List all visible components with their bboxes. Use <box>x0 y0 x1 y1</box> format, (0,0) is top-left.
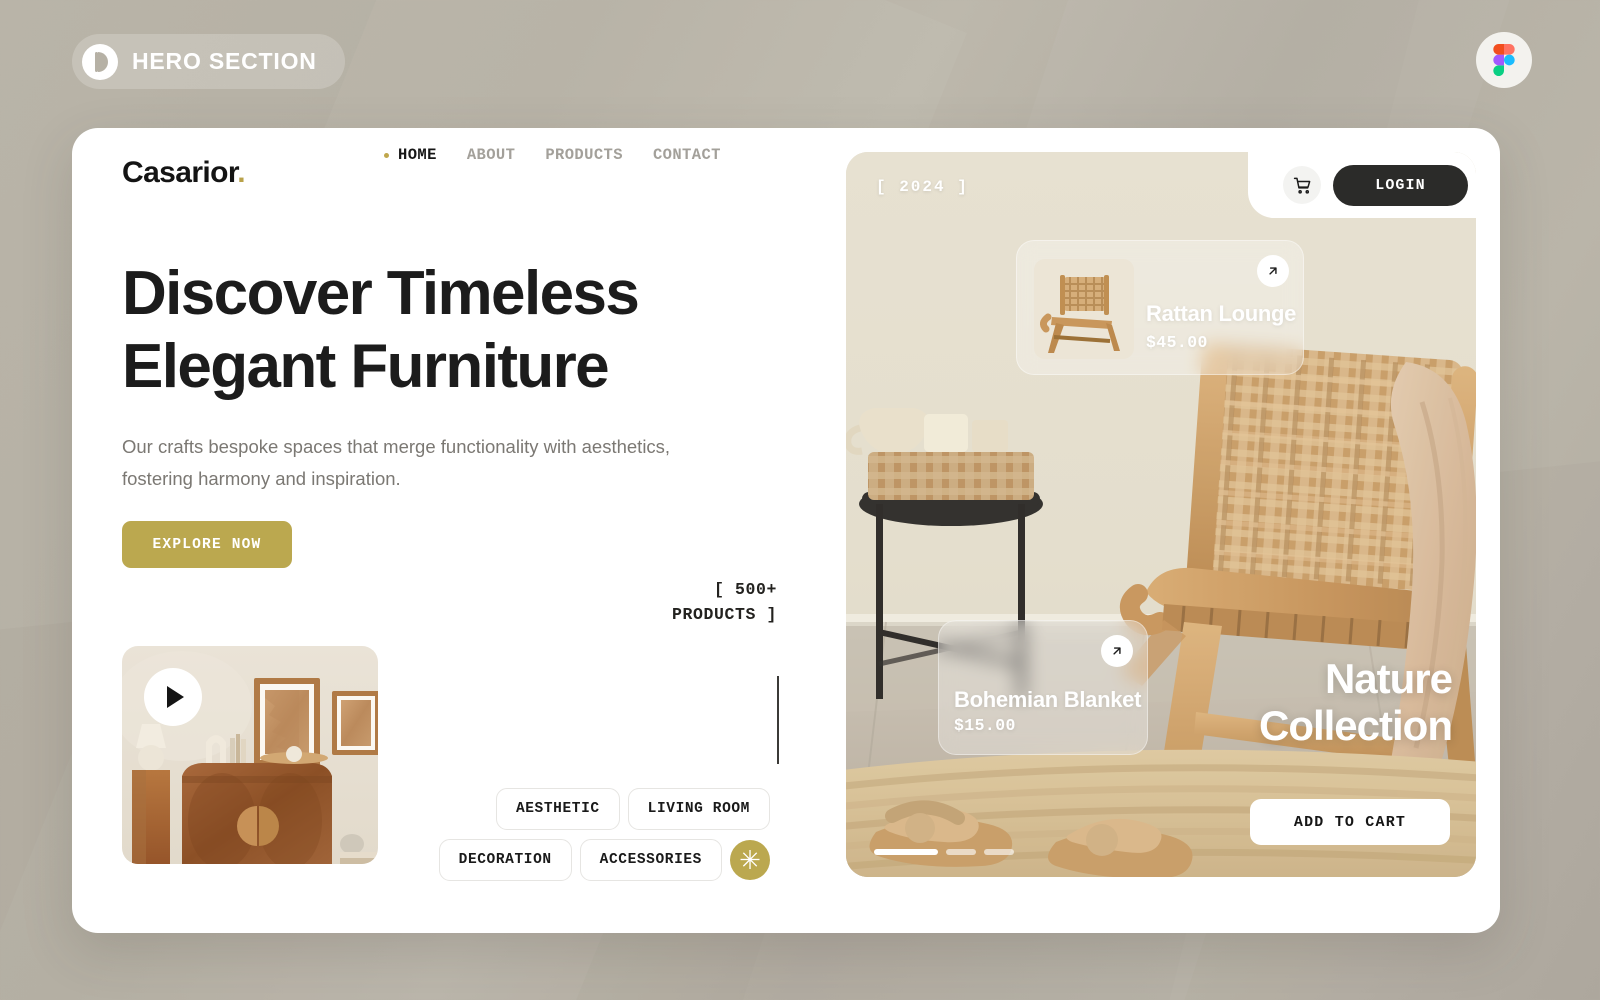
tag-accessories[interactable]: ACCESSORIES <box>579 839 722 881</box>
add-to-cart-button[interactable]: ADD TO CART <box>1250 799 1450 845</box>
carousel-dot[interactable] <box>984 849 1014 855</box>
nav-item-products[interactable]: PRODUCTS <box>545 146 623 164</box>
headline-line-1: Discover Timeless <box>122 259 640 328</box>
play-icon <box>166 686 184 708</box>
collection-line-2: Collection <box>1258 701 1453 749</box>
category-tag-group: AESTHETIC LIVING ROOM DECORATION ACCESSO… <box>425 788 770 890</box>
p-mark-icon <box>82 43 118 80</box>
cart-button[interactable] <box>1283 166 1321 204</box>
product-name: Rattan Lounge <box>1146 301 1297 326</box>
asterisk-icon[interactable]: ✳ <box>730 840 770 880</box>
brand-dot: . <box>237 156 246 189</box>
vertical-divider <box>777 676 779 764</box>
product-open-button[interactable] <box>1257 255 1289 287</box>
nav-item-home[interactable]: HOME <box>384 146 437 164</box>
product-thumbnail <box>1034 259 1134 359</box>
active-dot-icon <box>384 152 389 158</box>
carousel-dot-active[interactable] <box>874 849 938 855</box>
collection-title: Nature Collection <box>1258 654 1453 749</box>
carousel-indicators <box>874 849 1014 855</box>
account-actions: LOGIN <box>1248 152 1476 218</box>
carousel-dot[interactable] <box>946 849 976 855</box>
products-count-stat: [ 500+ PRODUCTS ] <box>671 580 777 624</box>
hero-section-badge: HERO SECTION <box>72 34 345 89</box>
arrow-up-right-icon <box>1269 267 1277 275</box>
product-card-bohemian-blanket[interactable]: Bohemian Blanket $15.00 <box>938 620 1148 755</box>
product-open-button[interactable] <box>1101 635 1133 667</box>
headline-line-2: Elegant Furniture <box>122 331 610 401</box>
main-navigation: HOME ABOUT PRODUCTS CONTACT <box>384 146 721 164</box>
hero-showcase-image: LOGIN [ 2024 ] Rattan Lounge $45.00 Bohe… <box>846 152 1476 877</box>
hero-section-badge-label: HERO SECTION <box>132 48 317 74</box>
hero-subtext: Our crafts bespoke spaces that merge fun… <box>122 436 671 489</box>
nav-item-home-label: HOME <box>398 146 437 164</box>
figma-logo-icon <box>1493 44 1515 76</box>
product-price: $15.00 <box>954 716 1016 735</box>
tag-row-1: AESTHETIC LIVING ROOM <box>425 788 770 830</box>
explore-now-button[interactable]: EXPLORE NOW <box>122 521 292 568</box>
year-label: [ 2024 ] <box>876 178 969 196</box>
login-button[interactable]: LOGIN <box>1333 164 1468 206</box>
product-card-rattan-lounge[interactable]: Rattan Lounge $45.00 <box>1016 240 1304 375</box>
play-video-button[interactable] <box>144 668 202 726</box>
rattan-chair-image <box>1034 259 1134 359</box>
tag-decoration[interactable]: DECORATION <box>438 839 572 881</box>
video-preview-thumbnail[interactable] <box>122 646 378 864</box>
tag-aesthetic[interactable]: AESTHETIC <box>495 788 620 830</box>
brand-name: Casarior <box>122 156 238 189</box>
tag-row-2: DECORATION ACCESSORIES ✳ <box>425 839 770 881</box>
arrow-up-right-icon <box>1113 647 1121 655</box>
product-name: Bohemian Blanket <box>954 687 1142 712</box>
shopping-cart-icon <box>1293 177 1310 194</box>
figma-logo-button[interactable] <box>1476 32 1532 88</box>
tag-living-room[interactable]: LIVING ROOM <box>627 788 770 830</box>
nav-item-about[interactable]: ABOUT <box>467 146 516 164</box>
product-price: $45.00 <box>1146 333 1208 352</box>
collection-line-1: Nature <box>1324 654 1453 702</box>
hero-card: Casarior. HOME ABOUT PRODUCTS CONTACT Di… <box>72 128 1500 933</box>
page-title: Discover Timeless Elegant Furniture <box>122 258 640 403</box>
nav-item-contact[interactable]: CONTACT <box>653 146 721 164</box>
